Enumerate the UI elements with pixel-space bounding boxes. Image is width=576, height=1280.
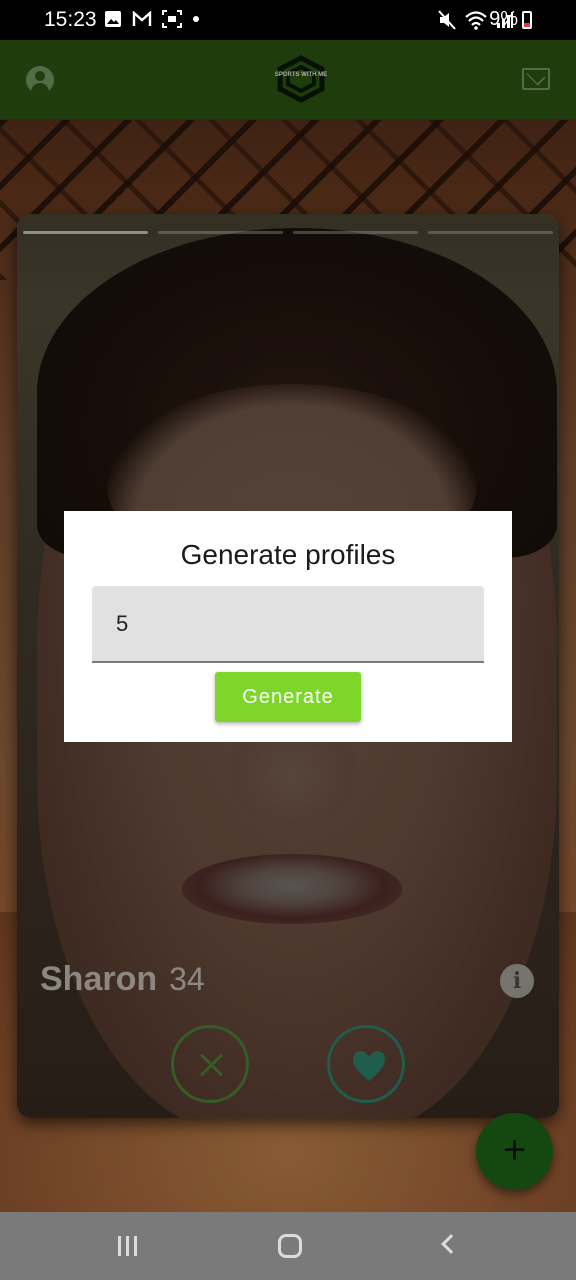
status-time: 15:23 — [44, 8, 97, 31]
battery-icon — [522, 11, 532, 29]
profile-count-input[interactable] — [92, 586, 484, 663]
recents-icon[interactable] — [118, 1236, 140, 1256]
battery-percent: 9% — [489, 8, 518, 30]
gmail-icon — [132, 11, 152, 26]
dialog-title: Generate profiles — [180, 539, 396, 570]
wifi-icon — [465, 11, 487, 30]
system-nav-bar — [0, 1212, 576, 1280]
generate-button[interactable]: Generate — [215, 672, 361, 722]
back-icon[interactable] — [441, 1234, 461, 1254]
dot-icon — [193, 16, 199, 22]
status-notification-icons — [104, 10, 200, 28]
generate-profiles-dialog: Generate profiles Generate — [64, 511, 512, 742]
image-icon — [105, 11, 121, 27]
screenshot-icon — [162, 10, 182, 28]
status-bar: 15:23 9% — [0, 0, 576, 40]
mute-icon — [438, 10, 456, 30]
home-icon[interactable] — [278, 1234, 302, 1258]
